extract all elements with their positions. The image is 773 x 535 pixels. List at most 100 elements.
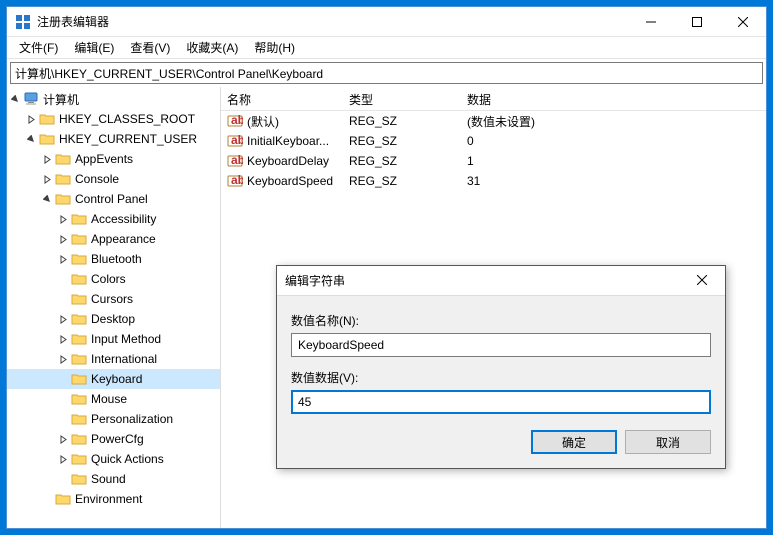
expand-icon[interactable]	[55, 211, 71, 227]
cancel-button[interactable]: 取消	[625, 430, 711, 454]
tree-cp-quickactions[interactable]: Quick Actions	[7, 449, 220, 469]
expand-icon[interactable]	[23, 131, 39, 147]
tree-view[interactable]: 计算机 HKEY_CLASSES_ROOT HKEY_CURRENT_USER …	[7, 87, 221, 528]
tree-cp-desktop[interactable]: Desktop	[7, 309, 220, 329]
string-value-icon: ab	[227, 153, 243, 169]
menu-file[interactable]: 文件(F)	[11, 37, 66, 58]
expand-icon[interactable]	[39, 151, 55, 167]
folder-icon	[39, 112, 55, 126]
tree-cp-sound[interactable]: Sound	[7, 469, 220, 489]
minimize-button[interactable]	[628, 7, 674, 36]
maximize-button[interactable]	[674, 7, 720, 36]
value-name-label: 数值名称(N):	[291, 312, 711, 329]
tree-cp-inputmethod[interactable]: Input Method	[7, 329, 220, 349]
menu-help[interactable]: 帮助(H)	[246, 37, 303, 58]
col-name[interactable]: 名称	[221, 87, 343, 110]
dialog-body: 数值名称(N): KeyboardSpeed 数值数据(V): 45 确定 取消	[277, 296, 725, 468]
tree-console[interactable]: Console	[7, 169, 220, 189]
value-name: KeyboardDelay	[247, 154, 329, 168]
folder-icon	[55, 492, 71, 506]
expand-icon[interactable]	[39, 171, 55, 187]
address-text: 计算机\HKEY_CURRENT_USER\Control Panel\Keyb…	[15, 65, 323, 82]
tree-label: Personalization	[91, 412, 173, 426]
list-row[interactable]: abKeyboardSpeed REG_SZ 31	[221, 171, 766, 191]
list-row[interactable]: abInitialKeyboar... REG_SZ 0	[221, 131, 766, 151]
expand-icon[interactable]	[7, 91, 23, 107]
value-data: 31	[461, 174, 766, 188]
dialog-titlebar[interactable]: 编辑字符串	[277, 266, 725, 296]
folder-icon	[71, 252, 87, 266]
expand-icon[interactable]	[55, 311, 71, 327]
tree-label: 计算机	[43, 91, 79, 108]
tree-cp-powercfg[interactable]: PowerCfg	[7, 429, 220, 449]
tree-cp-international[interactable]: International	[7, 349, 220, 369]
tree-root[interactable]: 计算机	[7, 89, 220, 109]
tree-cp-keyboard[interactable]: Keyboard	[7, 369, 220, 389]
menu-view[interactable]: 查看(V)	[122, 37, 178, 58]
tree-cp-accessibility[interactable]: Accessibility	[7, 209, 220, 229]
menu-favorites[interactable]: 收藏夹(A)	[178, 37, 246, 58]
ok-button[interactable]: 确定	[531, 430, 617, 454]
dialog-close-button[interactable]	[687, 273, 717, 288]
tree-cp-colors[interactable]: Colors	[7, 269, 220, 289]
svg-text:ab: ab	[231, 153, 243, 167]
value-data-label: 数值数据(V):	[291, 369, 711, 386]
folder-icon	[55, 192, 71, 206]
list-header: 名称 类型 数据	[221, 87, 766, 111]
tree-hkcr[interactable]: HKEY_CLASSES_ROOT	[7, 109, 220, 129]
list-row[interactable]: ab(默认) REG_SZ (数值未设置)	[221, 111, 766, 131]
tree-cp-appearance[interactable]: Appearance	[7, 229, 220, 249]
value-type: REG_SZ	[343, 114, 461, 128]
tree-cp-mouse[interactable]: Mouse	[7, 389, 220, 409]
expand-icon[interactable]	[55, 351, 71, 367]
tree-label: Quick Actions	[91, 452, 164, 466]
tree-cp-bluetooth[interactable]: Bluetooth	[7, 249, 220, 269]
tree-appevents[interactable]: AppEvents	[7, 149, 220, 169]
folder-icon	[71, 452, 87, 466]
expand-icon[interactable]	[23, 111, 39, 127]
tree-label: Environment	[75, 492, 142, 506]
col-data[interactable]: 数据	[461, 87, 766, 110]
svg-text:ab: ab	[231, 113, 243, 127]
tree-cp-personalization[interactable]: Personalization	[7, 409, 220, 429]
folder-icon	[55, 172, 71, 186]
tree-controlpanel[interactable]: Control Panel	[7, 189, 220, 209]
dialog-buttons: 确定 取消	[291, 430, 711, 454]
expand-icon[interactable]	[55, 251, 71, 267]
menu-edit[interactable]: 编辑(E)	[66, 37, 122, 58]
titlebar[interactable]: 注册表编辑器	[7, 7, 766, 37]
svg-text:ab: ab	[231, 133, 243, 147]
menubar: 文件(F) 编辑(E) 查看(V) 收藏夹(A) 帮助(H)	[7, 37, 766, 59]
tree-label: HKEY_CLASSES_ROOT	[59, 112, 195, 126]
tree-cp-cursors[interactable]: Cursors	[7, 289, 220, 309]
tree-label: Console	[75, 172, 119, 186]
edit-string-dialog: 编辑字符串 数值名称(N): KeyboardSpeed 数值数据(V): 45…	[276, 265, 726, 469]
tree-hkcu[interactable]: HKEY_CURRENT_USER	[7, 129, 220, 149]
expand-icon[interactable]	[55, 231, 71, 247]
string-value-icon: ab	[227, 133, 243, 149]
list-row[interactable]: abKeyboardDelay REG_SZ 1	[221, 151, 766, 171]
col-type[interactable]: 类型	[343, 87, 461, 110]
string-value-icon: ab	[227, 173, 243, 189]
tree-label: Keyboard	[91, 372, 142, 386]
tree-label: AppEvents	[75, 152, 133, 166]
expand-icon[interactable]	[55, 331, 71, 347]
value-name-field[interactable]: KeyboardSpeed	[291, 333, 711, 357]
folder-icon	[71, 272, 87, 286]
value-type: REG_SZ	[343, 174, 461, 188]
tree-label: Mouse	[91, 392, 127, 406]
tree-label: Bluetooth	[91, 252, 142, 266]
expand-icon[interactable]	[39, 191, 55, 207]
close-button[interactable]	[720, 7, 766, 36]
tree-environment[interactable]: Environment	[7, 489, 220, 509]
folder-icon	[71, 432, 87, 446]
tree-label: HKEY_CURRENT_USER	[59, 132, 197, 146]
folder-icon	[71, 232, 87, 246]
value-data-field[interactable]: 45	[291, 390, 711, 414]
address-bar[interactable]: 计算机\HKEY_CURRENT_USER\Control Panel\Keyb…	[10, 62, 763, 84]
string-value-icon: ab	[227, 113, 243, 129]
dialog-title: 编辑字符串	[285, 272, 687, 289]
expand-icon[interactable]	[55, 431, 71, 447]
folder-icon	[71, 332, 87, 346]
expand-icon[interactable]	[55, 451, 71, 467]
